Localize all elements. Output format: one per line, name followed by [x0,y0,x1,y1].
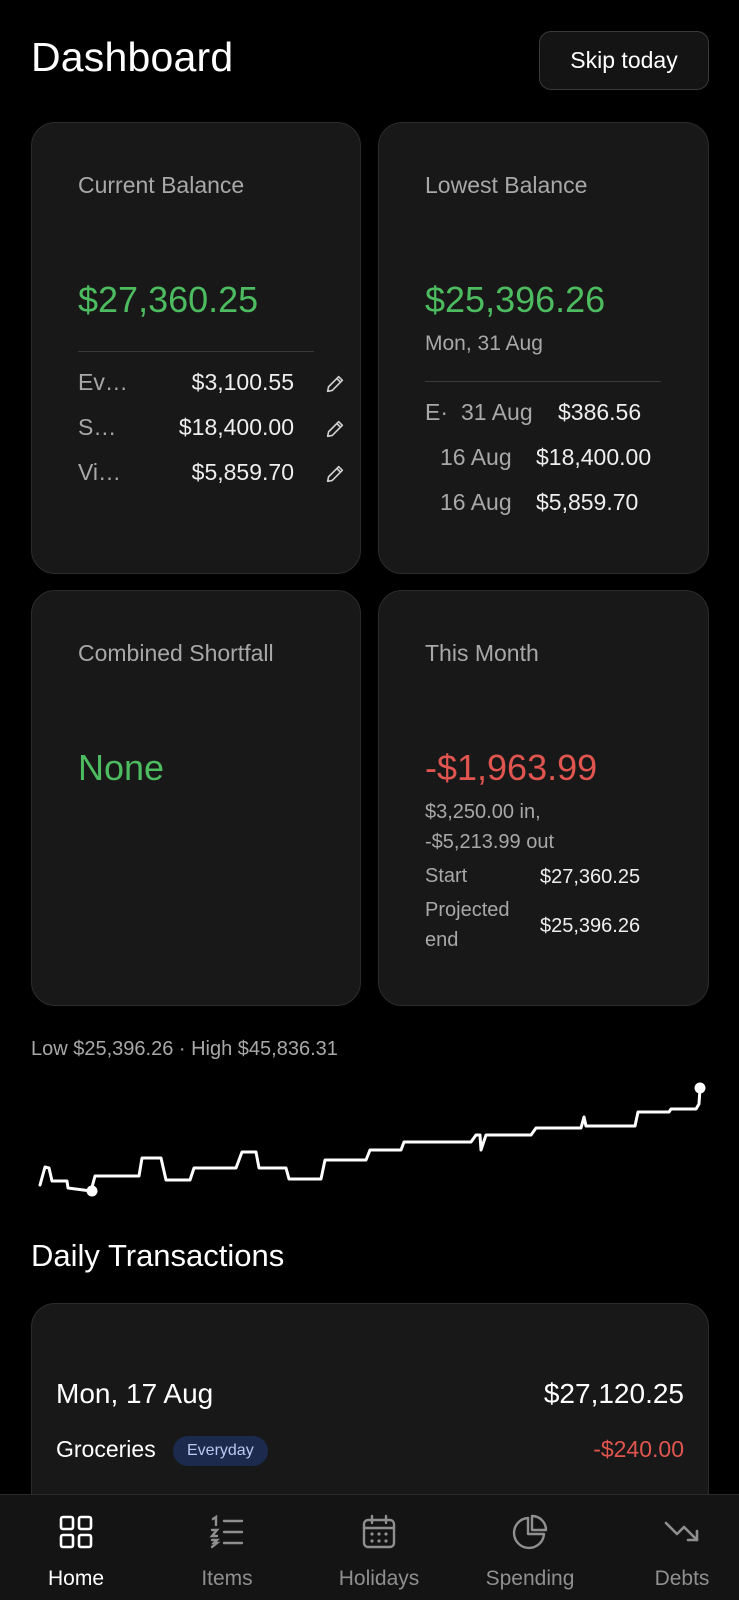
edit-pencil-icon[interactable] [324,418,346,440]
tab-spending[interactable]: Spending [460,1495,600,1600]
sparkline-low-marker [86,1185,98,1197]
home-grid-icon [59,1515,93,1549]
tab-label: Spending [485,1567,575,1590]
lowest-row: 16 Aug $18,400.00 [425,444,685,476]
header: Dashboard Skip today [0,0,739,110]
divider [425,381,661,382]
shortfall-value: None [78,747,165,788]
lowest-balance-card: Lowest Balance $25,396.26 Mon, 31 Aug E·… [378,122,709,574]
current-balance-value: $27,360.25 [78,279,259,320]
trend-down-icon [664,1521,699,1542]
projected-value: $25,396.26 [540,915,641,937]
tab-home[interactable]: Home [6,1495,146,1600]
tab-holidays[interactable]: Holidays [309,1495,449,1600]
tx-item-amount: -$240.00 [593,1436,684,1462]
divider [78,351,314,352]
projected-label-end: end [425,929,459,951]
edit-pencil-icon[interactable] [324,463,346,485]
lowest-row-amount: $386.56 [558,399,642,425]
current-balance-card: Current Balance $27,360.25 Ev… $3,100.55… [31,122,361,574]
account-amount: $3,100.55 [191,369,294,395]
lowest-balance-date: Mon, 31 Aug [425,332,543,355]
account-amount: $5,859.70 [191,459,294,485]
card-title: This Month [425,640,539,666]
this-month-card: This Month -$1,963.99 $3,250.00 in, -$5,… [378,590,709,1006]
tx-account-badge: Everyday [173,1436,268,1466]
tab-label: Items [201,1567,253,1590]
start-label: Start [425,865,468,887]
tx-balance: $27,120.25 [543,1378,684,1409]
lowest-balance-value: $25,396.26 [425,279,606,320]
month-out-text: -$5,213.99 out [425,831,554,853]
sparkline-end-marker [694,1082,706,1094]
account-row: Vi… $5,859.70 [78,459,344,491]
combined-shortfall-card: Combined Shortfall None [31,590,361,1006]
pie-chart-icon [512,1514,548,1550]
list-icon [209,1514,244,1549]
lowest-row-date: 16 Aug [440,489,512,515]
card-title: Current Balance [78,172,245,198]
skip-today-button[interactable]: Skip today [539,31,709,90]
bottom-tab-bar: Home Items Holidays Spending Debts [0,1494,739,1600]
edit-pencil-icon[interactable] [324,373,346,395]
lowest-row-date: 16 Aug [440,444,512,470]
tx-date: Mon, 17 Aug [56,1378,214,1409]
tab-items[interactable]: Items [157,1495,297,1600]
tab-label: Home [47,1567,105,1590]
balance-range-label: Low $25,396.26 · High $45,836.31 [31,1038,338,1060]
account-row: Ev… $3,100.55 [78,369,344,401]
account-amount: $18,400.00 [178,414,294,440]
account-name: S… [78,414,117,440]
tab-label: Debts [654,1567,710,1590]
lowest-row: 16 Aug $5,859.70 [425,489,685,521]
account-row: S… $18,400.00 [78,414,344,446]
account-name: Ev… [78,369,128,395]
section-title: Daily Transactions [31,1238,285,1273]
tab-debts[interactable]: Debts [612,1495,739,1600]
lowest-row-prefix: E· [425,399,448,425]
lowest-row: E· 31 Aug $386.56 [425,399,685,431]
sparkline-path [38,1086,702,1193]
card-title: Combined Shortfall [78,640,274,666]
tab-label: Holidays [338,1567,420,1590]
month-in-text: $3,250.00 in, [425,801,541,823]
card-title: Lowest Balance [425,172,588,198]
page-title: Dashboard [31,34,234,80]
tx-item-name: Groceries [56,1436,156,1462]
projected-label: Projected [425,899,510,921]
account-name: Vi… [78,459,122,485]
lowest-row-amount: $5,859.70 [536,489,639,515]
calendar-icon [362,1514,396,1549]
start-value: $27,360.25 [540,866,641,888]
lowest-row-date: 31 Aug [461,399,533,425]
month-net-value: -$1,963.99 [425,747,598,788]
lowest-row-amount: $18,400.00 [536,444,652,470]
balance-sparkline [38,1082,706,1197]
